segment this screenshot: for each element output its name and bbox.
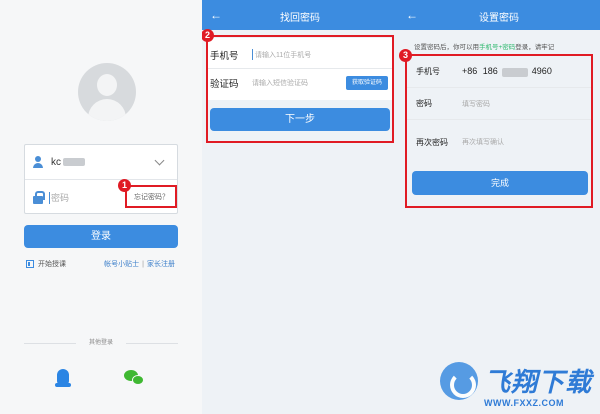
login-button[interactable]: 登录 bbox=[24, 225, 178, 248]
highlight-box-set-password bbox=[405, 54, 593, 208]
set-password-screen: ← 设置密码 设置密码后，你可以用手机号+密码登录，请牢记 手机号 +86 18… bbox=[398, 0, 600, 414]
blurred-username bbox=[63, 157, 85, 166]
find-password-screen: ← 找回密码 手机号 请输入11位手机号 验证码 请输入短信验证码 获取验证码 … bbox=[202, 0, 398, 414]
highlight-box-forgot-password bbox=[125, 185, 177, 208]
password-hint: 设置密码后，你可以用手机号+密码登录，请牢记 bbox=[414, 41, 554, 51]
other-login-divider: 其他登录 bbox=[24, 338, 178, 348]
step-badge-3: 3 bbox=[399, 49, 412, 62]
avatar-head bbox=[97, 74, 117, 96]
avatar-body bbox=[88, 99, 126, 121]
hint-suffix: 登录，请牢记 bbox=[515, 44, 555, 51]
username-field[interactable]: kc bbox=[25, 145, 177, 180]
login-screen: kc 密码 忘记密码？ 1 登录 开始授课 帐号小贴士 | 家长注册 其他登录 bbox=[0, 0, 202, 414]
watermark-brand-en: WWW.FXXZ.COM bbox=[484, 398, 564, 408]
qq-icon-feet bbox=[55, 383, 71, 387]
account-tips-link[interactable]: 帐号小贴士 bbox=[104, 261, 139, 268]
hint-highlight: 手机号+密码 bbox=[479, 44, 516, 51]
password-placeholder: 密码 bbox=[51, 193, 70, 203]
qq-icon[interactable] bbox=[53, 368, 73, 388]
step-badge-1: 1 bbox=[118, 179, 131, 192]
text-cursor bbox=[49, 191, 50, 204]
parent-register-link[interactable]: 家长注册 bbox=[147, 261, 175, 268]
chevron-down-icon[interactable] bbox=[154, 155, 165, 166]
lock-icon bbox=[33, 191, 45, 204]
header-bar: ← 设置密码 bbox=[398, 0, 600, 30]
watermark-brand-cn: 飞翔下载 bbox=[484, 367, 593, 397]
highlight-box-verify-form bbox=[206, 35, 394, 143]
brand-logo-icon bbox=[440, 362, 478, 400]
account-links: 帐号小贴士 | 家长注册 bbox=[104, 259, 175, 269]
other-login-label: 其他登录 bbox=[88, 340, 113, 346]
avatar bbox=[78, 63, 136, 121]
book-icon bbox=[26, 260, 34, 268]
watermark: 飞翔下载 WWW.FXXZ.COM bbox=[440, 360, 600, 414]
wechat-icon[interactable] bbox=[124, 368, 146, 388]
trial-link[interactable]: 开始授课 bbox=[26, 259, 66, 269]
header-bar: ← 找回密码 bbox=[202, 0, 398, 30]
user-icon bbox=[33, 156, 43, 168]
link-separator: | bbox=[142, 261, 144, 268]
wechat-bubble-small bbox=[132, 375, 144, 385]
page-title: 找回密码 bbox=[280, 13, 320, 24]
username-value: kc bbox=[51, 157, 85, 168]
page-title: 设置密码 bbox=[479, 13, 519, 24]
trial-link-label: 开始授课 bbox=[38, 261, 66, 268]
hint-prefix: 设置密码后，你可以用 bbox=[414, 44, 479, 51]
